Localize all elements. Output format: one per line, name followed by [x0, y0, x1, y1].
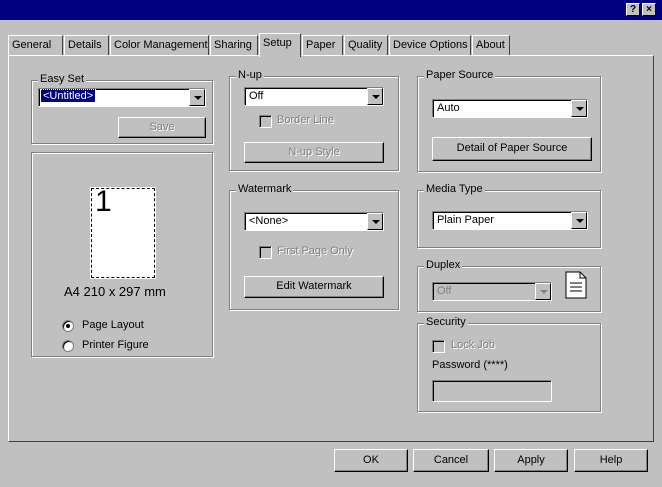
printer-figure-label[interactable]: Printer Figure — [82, 339, 149, 351]
tab-sharing[interactable]: Sharing — [210, 35, 258, 55]
nup-value: Off — [249, 90, 264, 102]
watermark-group: Watermark <None> First Page Only Edit Wa… — [229, 183, 399, 310]
chevron-down-icon[interactable] — [571, 100, 587, 117]
duplex-select[interactable]: Off — [432, 282, 552, 301]
paper-source-group: Paper Source Auto Detail of Paper Source — [417, 69, 601, 172]
media-type-group: Media Type Plain Paper — [417, 183, 601, 248]
nup-group: N-up Off Border Line N-up Style — [229, 69, 399, 171]
first-page-only-checkbox[interactable] — [259, 246, 272, 259]
watermark-value: <None> — [249, 215, 289, 227]
lock-job-label: Lock Job — [451, 339, 496, 351]
border-line-checkbox[interactable] — [259, 115, 272, 128]
tab-setup[interactable]: Setup — [259, 33, 301, 57]
detail-paper-source-button[interactable]: Detail of Paper Source — [432, 137, 592, 161]
tab-about[interactable]: About — [472, 35, 510, 55]
cancel-button[interactable]: Cancel — [413, 449, 489, 472]
tab-details[interactable]: Details — [64, 35, 109, 55]
watermark-legend: Watermark — [236, 183, 294, 195]
nup-select[interactable]: Off — [244, 87, 384, 106]
duplex-value: Off — [437, 285, 452, 297]
ok-button[interactable]: OK — [334, 449, 408, 472]
page-number: 1 — [95, 185, 112, 218]
chevron-down-icon[interactable] — [189, 89, 205, 106]
password-label: Password (****) — [432, 359, 508, 371]
first-page-only-label: First Page Only — [277, 245, 353, 257]
apply-button[interactable]: Apply — [494, 449, 568, 472]
tab-general[interactable]: General — [8, 35, 63, 55]
chevron-down-icon[interactable] — [571, 212, 587, 229]
paper-source-select[interactable]: Auto — [432, 99, 588, 118]
edit-watermark-button[interactable]: Edit Watermark — [244, 276, 384, 298]
easy-set-select[interactable]: <Untitled> — [38, 88, 206, 107]
chevron-down-icon[interactable] — [367, 213, 383, 230]
tab-paper[interactable]: Paper — [302, 35, 343, 55]
lock-job-checkbox[interactable] — [432, 340, 445, 353]
preview-group: 1 A4 210 x 297 mm Page Layout Printer Fi… — [31, 152, 213, 357]
easy-set-legend: Easy Set — [38, 73, 87, 85]
page-layout-radio[interactable] — [62, 320, 74, 332]
tab-quality[interactable]: Quality — [344, 35, 388, 55]
security-group: Security Lock Job Password (****) — [417, 316, 601, 412]
page-layout-label[interactable]: Page Layout — [82, 319, 144, 331]
paper-source-value: Auto — [437, 102, 460, 114]
nup-legend: N-up — [236, 69, 264, 81]
duplex-page-icon — [565, 271, 587, 299]
page-preview: 1 — [91, 185, 155, 278]
duplex-legend: Duplex — [424, 259, 463, 271]
help-button[interactable]: Help — [574, 449, 648, 472]
watermark-select[interactable]: <None> — [244, 212, 384, 231]
close-icon[interactable]: × — [642, 3, 656, 16]
save-button[interactable]: Save — [118, 117, 206, 138]
border-line-label: Border Line — [277, 114, 334, 126]
paper-size-label: A4 210 x 297 mm — [64, 284, 166, 299]
duplex-group: Duplex Off — [417, 259, 601, 312]
chevron-down-icon[interactable] — [535, 283, 551, 300]
paper-source-legend: Paper Source — [424, 69, 496, 81]
tab-device-options[interactable]: Device Options — [389, 35, 471, 55]
nup-style-button[interactable]: N-up Style — [244, 142, 384, 163]
easy-set-group: Easy Set <Untitled> Save — [31, 73, 213, 144]
media-type-legend: Media Type — [424, 183, 485, 195]
easy-set-value: <Untitled> — [39, 89, 97, 103]
chevron-down-icon[interactable] — [367, 88, 383, 105]
media-type-select[interactable]: Plain Paper — [432, 211, 588, 230]
password-field[interactable] — [432, 380, 552, 402]
title-bar: ? × — [0, 0, 662, 20]
help-icon[interactable]: ? — [626, 3, 640, 16]
tab-color-management[interactable]: Color Management — [110, 35, 209, 55]
security-legend: Security — [424, 316, 468, 328]
media-type-value: Plain Paper — [437, 214, 494, 226]
printer-figure-radio[interactable] — [62, 340, 74, 352]
